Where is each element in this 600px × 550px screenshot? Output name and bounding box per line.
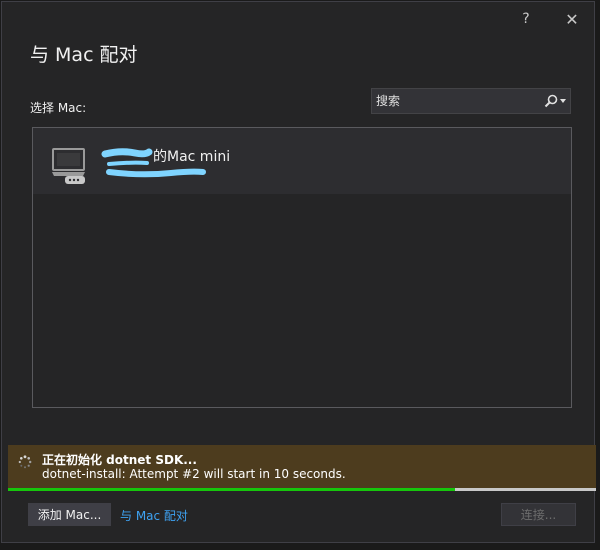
spinner-icon bbox=[18, 455, 32, 469]
close-button[interactable]: ✕ bbox=[560, 8, 584, 30]
connect-button: 连接... bbox=[501, 503, 576, 526]
mac-list: 的Mac mini bbox=[32, 127, 572, 408]
search-icon bbox=[544, 94, 558, 108]
status-title: 正在初始化 dotnet SDK... bbox=[42, 453, 197, 467]
pair-with-mac-dialog: ? ✕ 与 Mac 配对 选择 Mac: 的M bbox=[1, 1, 596, 543]
status-banner: 正在初始化 dotnet SDK... dotnet-install: Atte… bbox=[8, 445, 596, 488]
help-button[interactable]: ? bbox=[514, 8, 538, 30]
progress-bar bbox=[8, 488, 596, 491]
mac-mini-icon bbox=[52, 148, 85, 184]
add-mac-button[interactable]: 添加 Mac... bbox=[28, 503, 111, 526]
status-detail: dotnet-install: Attempt #2 will start in… bbox=[42, 467, 346, 481]
search-input[interactable] bbox=[372, 94, 540, 108]
select-mac-label: 选择 Mac: bbox=[30, 101, 87, 115]
redaction-scribble bbox=[101, 148, 206, 178]
chevron-down-icon bbox=[560, 99, 566, 103]
pair-with-mac-link[interactable]: 与 Mac 配对 bbox=[120, 507, 188, 524]
search-options-button[interactable] bbox=[540, 89, 570, 113]
search-box[interactable] bbox=[371, 88, 571, 114]
progress-fill bbox=[8, 488, 455, 491]
dialog-title: 与 Mac 配对 bbox=[30, 44, 138, 66]
list-item[interactable]: 的Mac mini bbox=[33, 128, 571, 194]
